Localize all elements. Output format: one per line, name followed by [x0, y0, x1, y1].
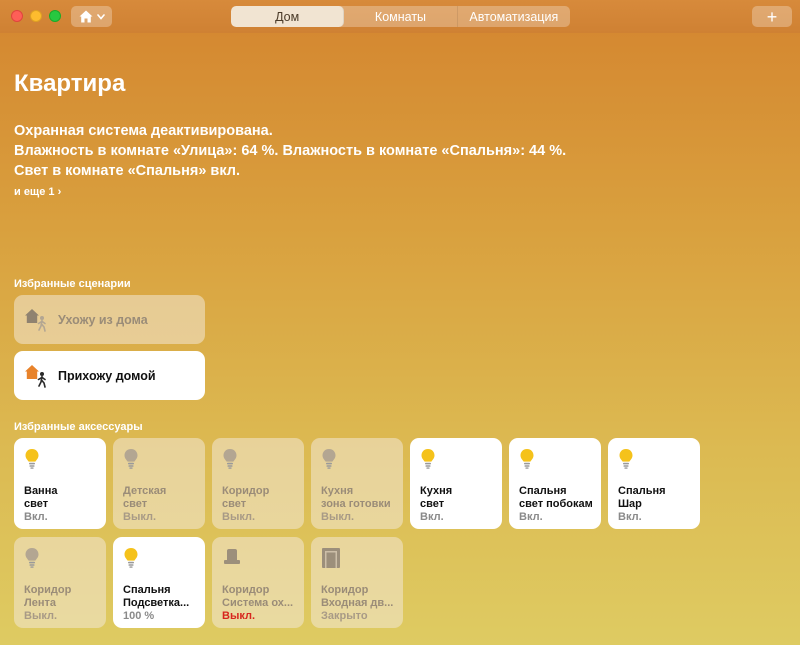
close-window-button[interactable]	[11, 10, 23, 22]
status-security: Охранная система деактивирована.	[14, 123, 273, 139]
favorite-scenes-label: Избранные сценарии	[14, 278, 131, 290]
lightbulb-icon	[618, 448, 634, 475]
accessory-room: Коридор	[222, 584, 270, 596]
scene-label: Ухожу из дома	[58, 312, 148, 327]
accessory-name: свет	[24, 498, 49, 510]
door-icon	[321, 547, 341, 574]
lightbulb-icon	[123, 547, 139, 574]
arrive-home-scene-icon	[25, 364, 46, 388]
accessory-name: свет побокам	[519, 498, 593, 510]
lightbulb-icon	[321, 448, 337, 475]
lightbulb-icon	[24, 448, 40, 475]
accessory-name: Шар	[618, 498, 642, 510]
accessory-tile[interactable]: Коридор свет Выкл.	[212, 438, 304, 529]
accessory-room: Кухня	[420, 485, 453, 497]
accessory-status: 100 %	[123, 610, 155, 622]
home-selector-button[interactable]	[71, 6, 112, 27]
favorite-accessories-label: Избранные аксессуары	[14, 421, 143, 433]
accessory-room: Ванна	[24, 485, 58, 497]
accessory-status: Выкл.	[222, 610, 256, 622]
accessory-name: свет	[222, 498, 247, 510]
accessory-room: Коридор	[222, 485, 270, 497]
accessory-room: Спальня	[519, 485, 567, 497]
accessory-name: Входная дв...	[321, 597, 394, 609]
accessory-tile[interactable]: Кухня зона готовки Выкл.	[311, 438, 403, 529]
lightbulb-icon	[519, 448, 535, 475]
accessory-name: свет	[123, 498, 148, 510]
zoom-window-button[interactable]	[49, 10, 61, 22]
status-light: Свет в комнате «Спальня» вкл.	[14, 163, 240, 179]
accessory-room: Коридор	[321, 584, 369, 596]
add-button[interactable]: +	[752, 6, 792, 27]
accessory-status: Выкл.	[24, 610, 58, 622]
window-toolbar: Дом Комнаты Автоматизация +	[0, 0, 800, 33]
accessory-status: Вкл.	[24, 511, 48, 523]
status-humidity: Влажность в комнате «Улица»: 64 %. Влажн…	[14, 143, 567, 159]
lightbulb-icon	[123, 448, 139, 475]
accessory-status: Выкл.	[222, 511, 256, 523]
accessory-name: Подсветка...	[123, 597, 190, 609]
accessory-room: Спальня	[123, 584, 171, 596]
accessory-room: Детская	[123, 485, 167, 497]
accessory-tile[interactable]: Коридор Входная дв... Закрыто	[311, 537, 403, 628]
scene-leave-home[interactable]: Ухожу из дома	[14, 295, 205, 344]
accessory-tile[interactable]: Коридор Система ох... Выкл.	[212, 537, 304, 628]
lightbulb-icon	[24, 547, 40, 574]
accessory-tile[interactable]: Спальня Шар Вкл.	[608, 438, 700, 529]
accessory-tile[interactable]: Детская свет Выкл.	[113, 438, 205, 529]
lightbulb-icon	[222, 448, 238, 475]
accessory-status: Закрыто	[321, 610, 368, 622]
more-status-link[interactable]: и еще 1 ›	[14, 186, 61, 198]
chevron-down-icon	[96, 13, 105, 20]
accessory-name: зона готовки	[321, 498, 391, 510]
accessory-room: Спальня	[618, 485, 666, 497]
tab-rooms[interactable]: Комнаты	[344, 6, 458, 27]
tab-home[interactable]: Дом	[231, 6, 345, 27]
leave-home-scene-icon	[25, 308, 46, 332]
accessory-tile[interactable]: Спальня Подсветка... 100 %	[113, 537, 205, 628]
scene-arrive-home[interactable]: Прихожу домой	[14, 351, 205, 400]
accessory-tile[interactable]: Спальня свет побокам Вкл.	[509, 438, 601, 529]
accessory-status: Вкл.	[420, 511, 444, 523]
accessory-status: Выкл.	[123, 511, 157, 523]
accessory-status: Выкл.	[321, 511, 355, 523]
accessory-name: Система ох...	[222, 597, 294, 609]
alarm-siren-icon	[222, 547, 242, 572]
page-title: Квартира	[14, 70, 126, 97]
accessory-name: Лента	[24, 597, 56, 609]
house-icon	[79, 10, 92, 23]
accessory-tile[interactable]: Ванна свет Вкл.	[14, 438, 106, 529]
accessory-status: Вкл.	[618, 511, 642, 523]
accessory-tile[interactable]: Коридор Лента Выкл.	[14, 537, 106, 628]
accessory-room: Кухня	[321, 485, 354, 497]
lightbulb-icon	[420, 448, 436, 475]
accessory-name: свет	[420, 498, 445, 510]
view-tabs: Дом Комнаты Автоматизация	[231, 6, 570, 27]
accessory-status: Вкл.	[519, 511, 543, 523]
accessory-tile[interactable]: Кухня свет Вкл.	[410, 438, 502, 529]
scene-label: Прихожу домой	[58, 368, 156, 383]
minimize-window-button[interactable]	[30, 10, 42, 22]
accessory-room: Коридор	[24, 584, 72, 596]
tab-automation[interactable]: Автоматизация	[458, 6, 570, 27]
